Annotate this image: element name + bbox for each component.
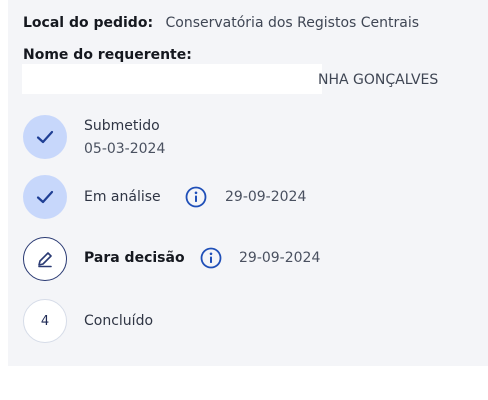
step-date: 05-03-2024 (84, 141, 166, 157)
redacted-name-block (22, 64, 322, 94)
request-location-label: Local do pedido: (23, 15, 154, 31)
check-icon (36, 190, 54, 204)
status-step-under-review: Em análise 29-09-2024 (23, 175, 463, 221)
step-done-circle (23, 115, 67, 159)
status-step-completed: 4 Concluído (23, 299, 463, 345)
step-title: Em análise (84, 189, 161, 205)
step-active-circle (23, 237, 67, 281)
step-title: Para decisão (84, 250, 185, 266)
step-title: Concluído (84, 313, 154, 329)
info-icon[interactable] (200, 247, 222, 269)
requester-name-label: Nome do requerente: (23, 47, 192, 63)
check-icon (36, 130, 54, 144)
status-step-for-decision: Para decisão 29-09-2024 (23, 237, 463, 283)
request-location-value: Conservatória dos Registos Centrais (165, 15, 420, 31)
pencil-icon (38, 252, 52, 268)
info-icon[interactable] (185, 186, 207, 208)
step-number: 4 (40, 313, 50, 329)
request-location: Local do pedido: Conservatória dos Regis… (23, 15, 419, 31)
step-date: 29-09-2024 (239, 250, 321, 266)
request-status-card: Local do pedido: Conservatória dos Regis… (8, 0, 488, 366)
step-date: 29-09-2024 (225, 189, 307, 205)
step-done-circle (23, 175, 67, 219)
step-pending-circle: 4 (23, 299, 67, 343)
step-title: Submetido (84, 118, 160, 134)
requester-name-value: NHA GONÇALVES (318, 72, 439, 88)
status-step-submitted: Submetido 05-03-2024 (23, 115, 463, 161)
